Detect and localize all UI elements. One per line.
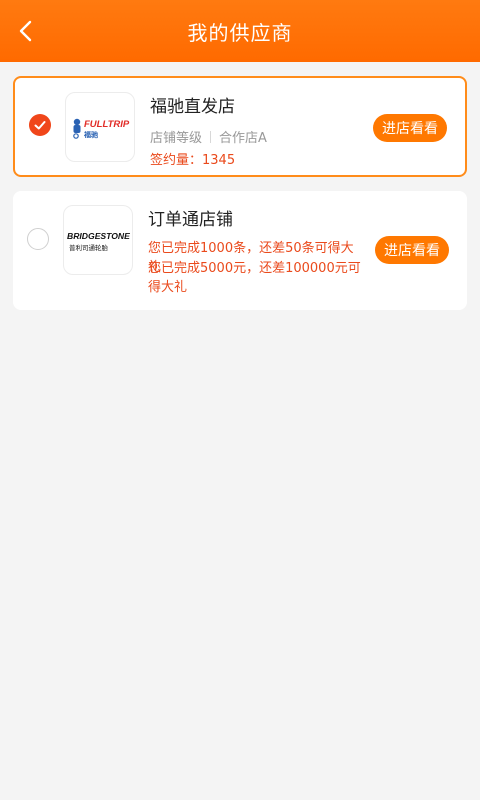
signed-count: 签约量：1345 xyxy=(150,153,236,168)
top-bar: 我的供应商 xyxy=(0,0,480,62)
progress-note: 您已完成5000元，还差100000元可得大礼 xyxy=(148,261,361,295)
logo-sub: 普利司通轮胎 xyxy=(69,243,109,252)
supplier-name: 福驰直发店 xyxy=(150,97,235,117)
page-title: 我的供应商 xyxy=(187,20,293,45)
supplier-card[interactable]: BRIDGESTONE 普利司通轮胎 订单通店铺 您已完成1000条，还差50条… xyxy=(13,191,467,310)
bridgestone-logo: BRIDGESTONE 普利司通轮胎 xyxy=(67,231,130,252)
supplier-logo: FULLTRIP 福驰 xyxy=(65,92,135,162)
store-level: 店铺等级 合作店A xyxy=(150,127,267,146)
supplier-radio-unselected[interactable] xyxy=(27,228,49,250)
logo-sub: 福驰 xyxy=(83,130,98,139)
supplier-logo: BRIDGESTONE 普利司通轮胎 xyxy=(63,205,133,275)
enter-store-button[interactable]: 进店看看 xyxy=(375,236,449,264)
enter-store-button[interactable]: 进店看看 xyxy=(373,114,447,142)
logo-text: BRIDGESTONE xyxy=(67,231,130,241)
logo-text: FULLTRIP xyxy=(84,119,130,130)
supplier-name: 订单通店铺 xyxy=(148,210,233,230)
divider xyxy=(210,130,212,143)
back-button[interactable] xyxy=(12,17,40,45)
supplier-radio-selected[interactable] xyxy=(29,114,51,136)
check-icon xyxy=(34,121,46,130)
store-level-label: 店铺等级 xyxy=(150,131,203,146)
chevron-left-icon xyxy=(19,20,32,42)
fulltrip-logo: FULLTRIP 福驰 xyxy=(73,118,130,139)
store-level-value: 合作店A xyxy=(219,131,267,146)
supplier-card[interactable]: FULLTRIP 福驰 福驰直发店 店铺等级 合作店A 签约量：1345 进店看… xyxy=(13,76,467,177)
